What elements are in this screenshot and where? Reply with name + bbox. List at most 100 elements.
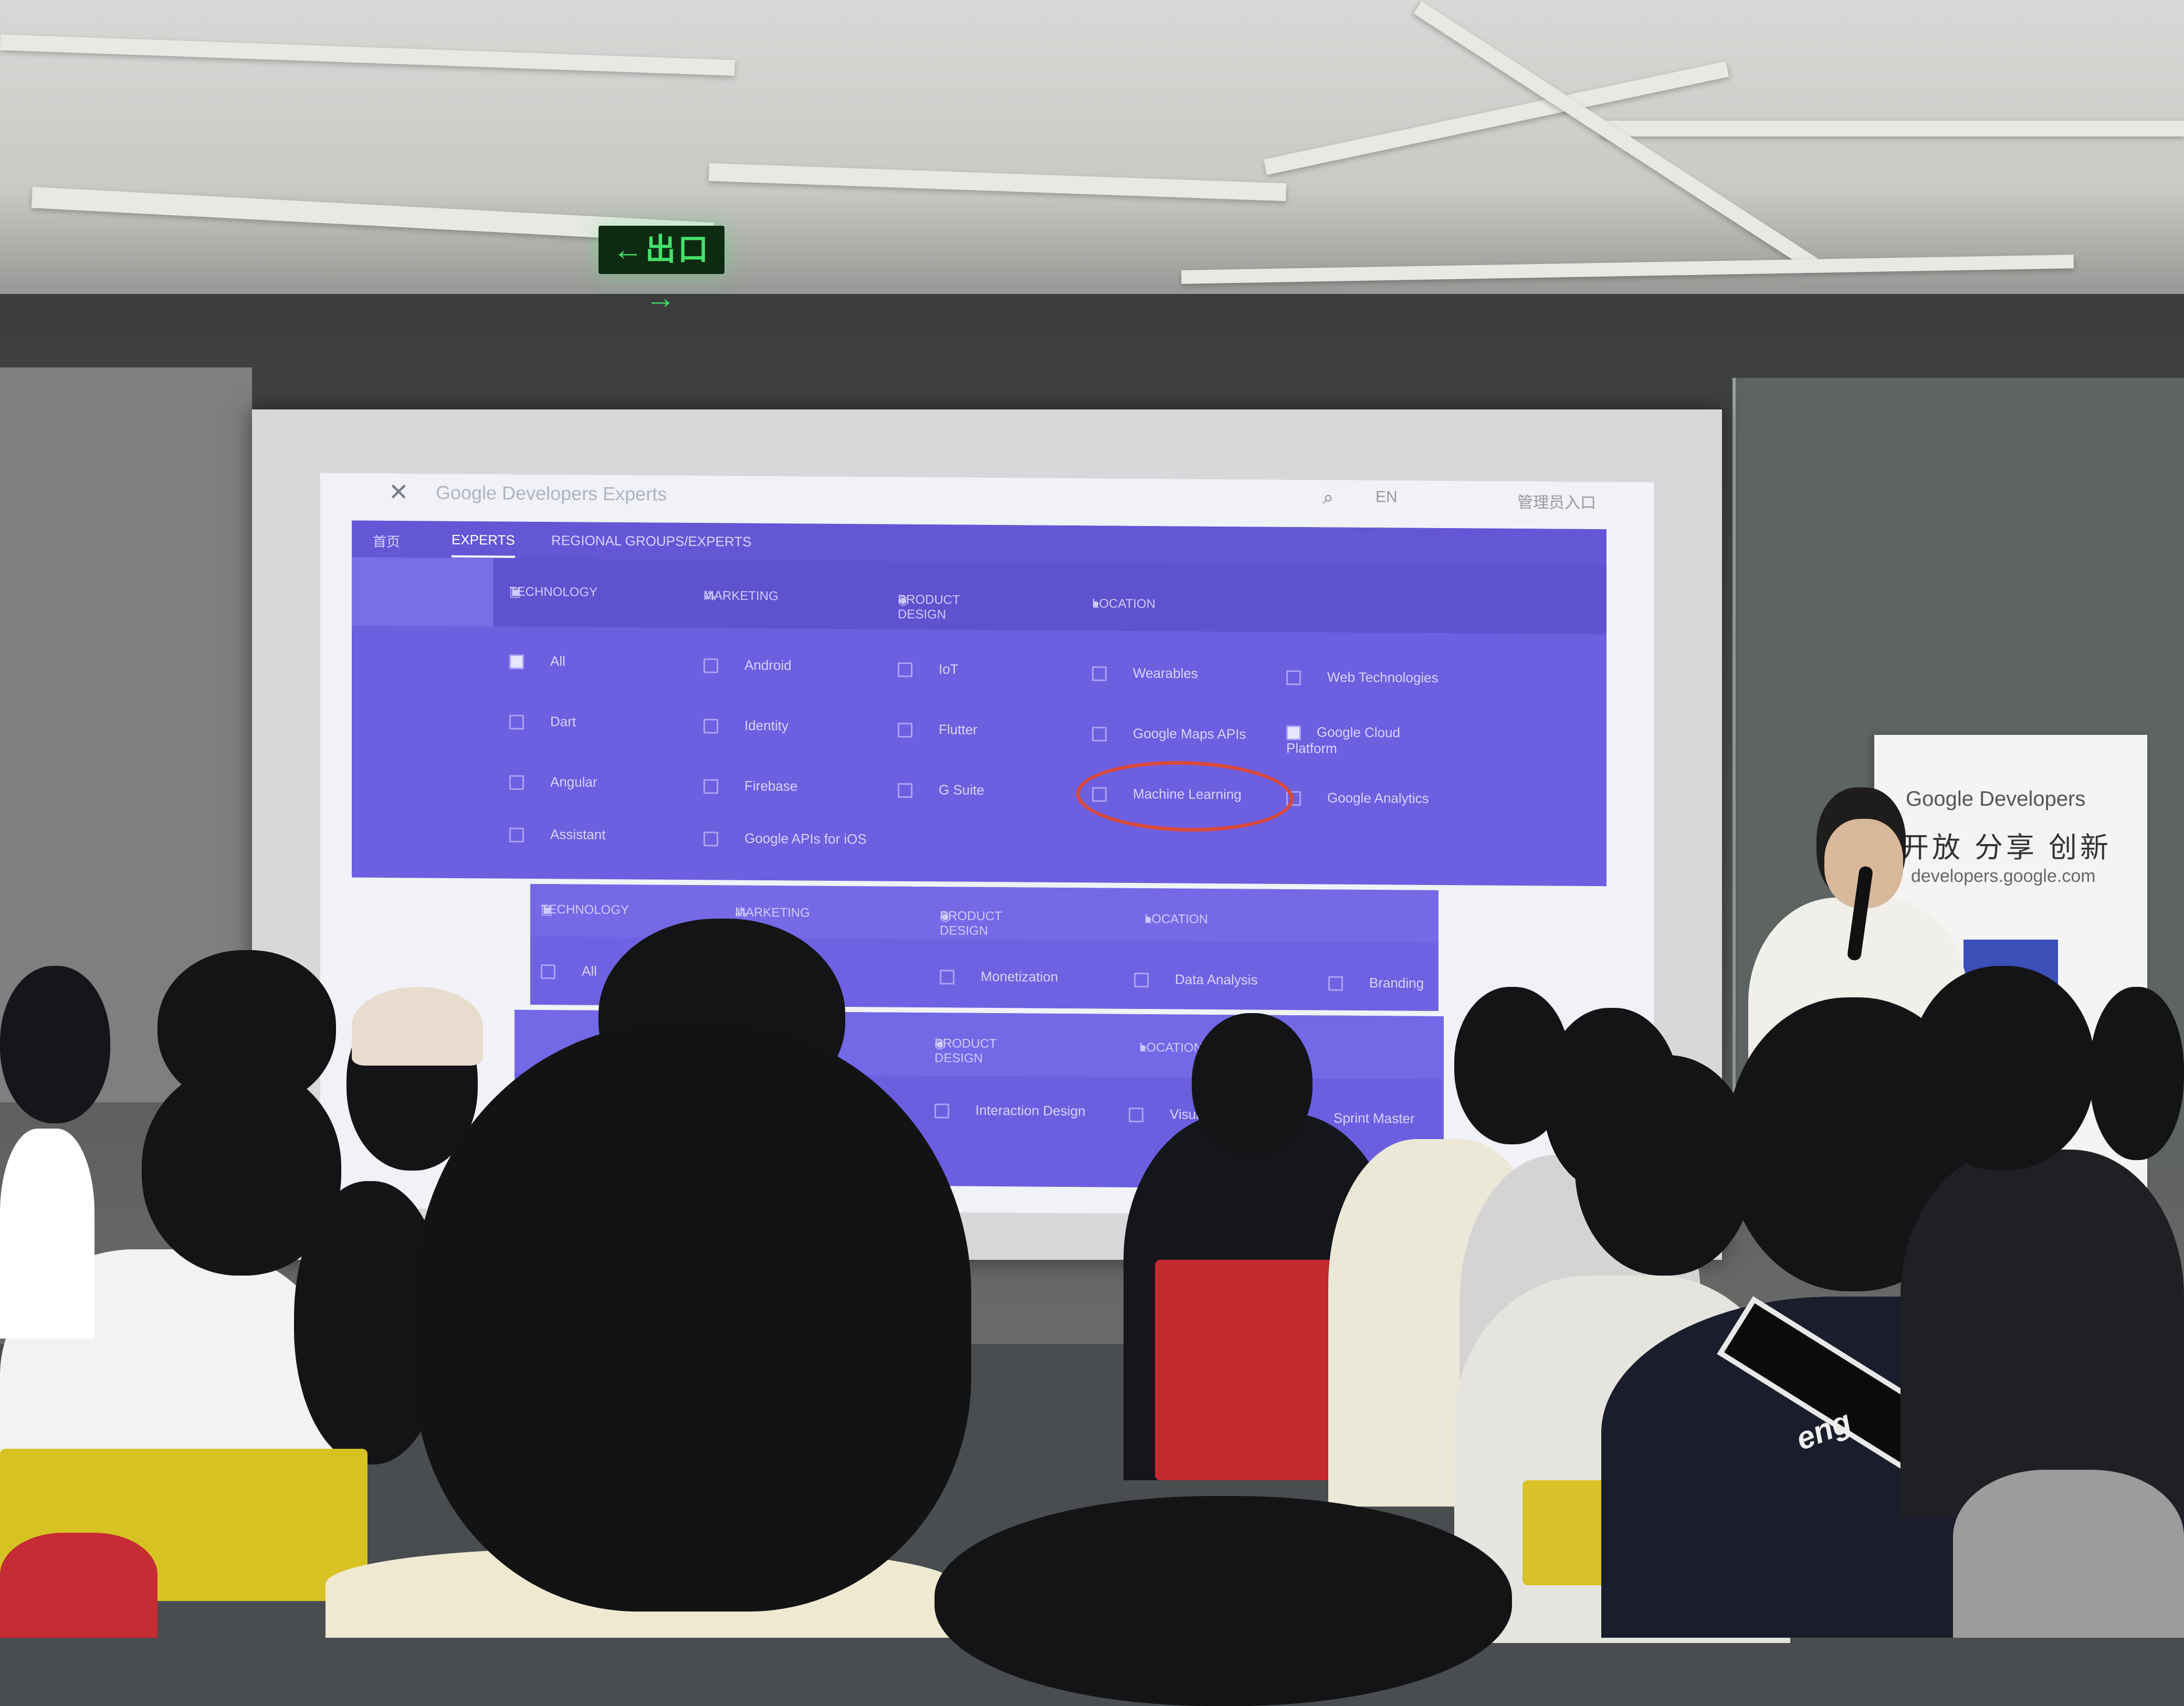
ceiling-beam [708, 163, 1287, 202]
checkbox-icon [541, 964, 555, 980]
option-flutter: Flutter [898, 721, 978, 738]
banner-slogan: 开放 分享 创新 [1900, 832, 2112, 863]
language-switch: EN [1376, 488, 1398, 506]
option-iot: IoT [898, 661, 959, 678]
audience-member [1900, 1150, 2184, 1517]
audience-head [2090, 987, 2184, 1160]
option-label: Interaction Design [975, 1102, 1086, 1119]
ceiling-beam [1181, 255, 2074, 284]
checkbox-icon [898, 662, 912, 678]
category-label: LOCATION [1144, 912, 1208, 926]
option-label: Sprint Master [1334, 1110, 1415, 1126]
checkbox-icon [704, 779, 718, 794]
audience-head [158, 950, 336, 1108]
checkbox-icon [1286, 670, 1301, 686]
category-label: TECHNOLOGY [541, 902, 629, 918]
banner-brand: Google Developers [1906, 787, 2086, 810]
option-label: Google Analytics [1327, 789, 1429, 806]
header-corner-link: 管理员入口 [1517, 494, 1596, 512]
search-icon: ⌕ [1323, 486, 1334, 508]
option-google-maps-apis: Google Maps APIs [1092, 725, 1246, 742]
checkbox-icon [1328, 976, 1343, 991]
tab-home: 首页 [373, 533, 401, 550]
audience-head [934, 1496, 1512, 1706]
option-web-technologies: Web Technologies [1286, 669, 1438, 686]
checkbox-icon [1092, 726, 1107, 742]
option-google-apis-ios: Google APIs for iOS [704, 830, 867, 847]
filter-panel-main: 首页 EXPERTS REGIONAL GROUPS/EXPERTS ▣ TEC… [352, 520, 1606, 887]
option-google-cloud-platform: Google Cloud Platform [1286, 724, 1444, 757]
checkbox-icon [509, 827, 524, 843]
category-label: PRODUCT DESIGN [898, 592, 960, 622]
category-label: TECHNOLOGY [509, 584, 598, 599]
checkbox-icon [898, 722, 912, 738]
checkbox-icon [898, 783, 912, 798]
checkbox-icon [704, 831, 718, 847]
checkbox-icon [509, 714, 524, 730]
audience-head [0, 966, 110, 1123]
option-label: Google Maps APIs [1133, 725, 1246, 742]
red-chair [1155, 1260, 1344, 1480]
option-all: All [541, 963, 597, 980]
option-label: All [582, 963, 597, 979]
white-cap [352, 987, 483, 1066]
option-android: Android [704, 657, 792, 673]
option-interaction-design: Interaction Design [934, 1102, 1086, 1119]
checkbox-icon [940, 970, 954, 985]
category-row: ▣ TECHNOLOGY ⁂ MARKETING ◉ PRODUCT DESIG… [494, 558, 1606, 635]
category-label: PRODUCT DESIGN [940, 909, 1002, 939]
option-label: Google Cloud Platform [1286, 724, 1400, 756]
audience-head [415, 1024, 971, 1612]
tab-regional: REGIONAL GROUPS/EXPERTS [551, 532, 752, 550]
checkbox-icon [1286, 725, 1301, 741]
checkbox-icon [1134, 973, 1149, 988]
audience-member [1953, 1470, 2184, 1638]
option-label: Wearables [1133, 665, 1198, 681]
option-g-suite: G Suite [898, 782, 984, 798]
checkbox-icon [704, 719, 718, 734]
checkbox-icon [509, 775, 524, 790]
audience-head [1911, 966, 2095, 1171]
checkbox-icon [934, 1103, 949, 1119]
banner-url: developers.google.com [1911, 866, 2096, 886]
audience-member [0, 1533, 158, 1638]
option-all: All [509, 653, 565, 670]
option-label: Identity [744, 717, 789, 734]
checkbox-icon [509, 654, 524, 669]
option-angular: Angular [509, 774, 597, 791]
gde-logo-icon: ✕ [388, 478, 409, 506]
exit-sign: ←出口→ [598, 226, 724, 315]
option-data-analysis: Data Analysis [1134, 971, 1258, 988]
option-label: All [550, 653, 565, 669]
option-label: Monetization [981, 968, 1058, 985]
option-label: Google APIs for iOS [744, 830, 867, 847]
ceiling-beam [1601, 121, 2184, 136]
option-label: Angular [550, 774, 597, 790]
left-gutter [352, 557, 494, 627]
tab-experts: EXPERTS [452, 531, 515, 558]
category-label: PRODUCT DESIGN [934, 1036, 997, 1066]
category-label: LOCATION [1092, 596, 1156, 612]
category-label: LOCATION [1139, 1040, 1203, 1055]
checkbox-icon [1092, 666, 1107, 681]
option-wearables: Wearables [1092, 665, 1198, 682]
audience-head [1192, 1013, 1312, 1155]
option-label: Firebase [744, 777, 798, 794]
option-sprint-master: Sprint Master [1334, 1110, 1415, 1127]
option-label: Dart [550, 713, 576, 730]
ceiling-beam [0, 34, 736, 76]
option-assistant: Assistant [509, 826, 606, 843]
category-label: MARKETING [704, 588, 779, 604]
option-label: Web Technologies [1327, 669, 1438, 686]
category-label: MARKETING [735, 905, 810, 920]
option-google-analytics: Google Analytics [1286, 789, 1429, 807]
option-label: Android [744, 657, 792, 673]
option-dart: Dart [509, 713, 576, 730]
site-title: Google Developers Experts [436, 481, 667, 505]
option-identity: Identity [704, 717, 789, 734]
ceiling [0, 0, 2184, 315]
checkbox-icon [1129, 1108, 1143, 1123]
checkbox-icon [704, 658, 718, 673]
option-firebase: Firebase [704, 777, 797, 794]
option-label: Assistant [550, 826, 606, 843]
